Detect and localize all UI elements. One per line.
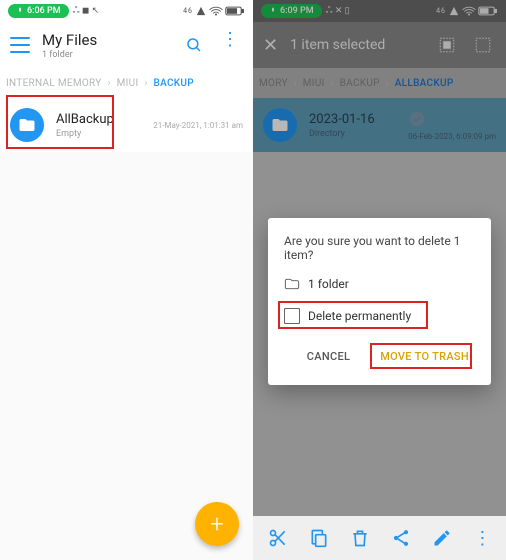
crumb-miui[interactable]: MIUI <box>117 78 139 89</box>
edit-icon[interactable] <box>432 528 452 548</box>
checkbox-icon <box>284 308 300 324</box>
folder-outline-icon <box>284 276 300 292</box>
cut-icon[interactable] <box>268 528 288 548</box>
status-bar: 6:06 PM ஃ ◼ ↖ 46 <box>0 0 253 22</box>
bottom-toolbar: ⋮ <box>253 516 506 560</box>
overflow-menu-icon[interactable]: ⋮ <box>473 528 491 549</box>
breadcrumb: INTERNAL MEMORY› MIUI› BACKUP <box>0 68 253 98</box>
folder-date: 21-May-2021, 1:01:31 am <box>153 121 243 130</box>
status-ext-icons: ஃ ◼ ↖ <box>73 6 100 17</box>
fab-add-button[interactable]: + <box>195 502 239 546</box>
delete-permanently-checkbox[interactable]: Delete permanently <box>284 304 475 328</box>
crumb-internal[interactable]: INTERNAL MEMORY <box>6 78 102 89</box>
dialog-message: Are you sure you want to delete 1 item? <box>284 234 475 262</box>
overflow-menu-icon[interactable]: ⋮ <box>221 36 239 54</box>
page-title: My Files <box>42 31 185 49</box>
dialog-folder-row: 1 folder <box>284 276 475 292</box>
folder-sub: Empty <box>56 129 153 139</box>
folder-row[interactable]: AllBackup Empty 21-May-2021, 1:01:31 am <box>0 98 253 152</box>
delete-icon[interactable] <box>350 528 370 548</box>
folder-icon <box>10 108 44 142</box>
delete-dialog: Are you sure you want to delete 1 item? … <box>268 218 491 385</box>
share-icon[interactable] <box>391 528 411 548</box>
status-time-pill: 6:06 PM <box>8 4 69 18</box>
search-icon[interactable] <box>185 36 203 54</box>
cancel-button[interactable]: CANCEL <box>301 344 356 369</box>
menu-button[interactable] <box>10 32 30 58</box>
copy-icon[interactable] <box>309 528 329 548</box>
crumb-backup[interactable]: BACKUP <box>153 78 193 89</box>
status-right-icons: 46 <box>183 6 245 16</box>
page-subtitle: 1 folder <box>42 50 185 60</box>
app-header: My Files 1 folder ⋮ <box>0 22 253 68</box>
move-to-trash-button[interactable]: MOVE TO TRASH <box>374 344 475 369</box>
folder-name: AllBackup <box>56 112 153 127</box>
